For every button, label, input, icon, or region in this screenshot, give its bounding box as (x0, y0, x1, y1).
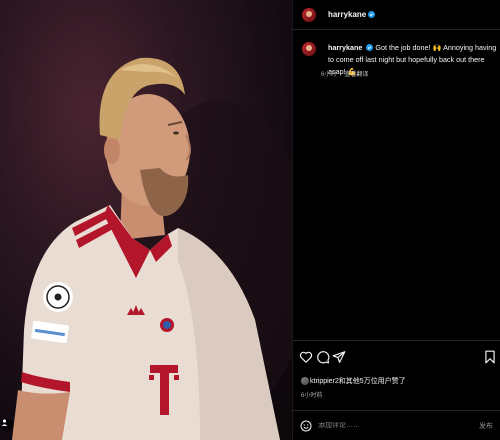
share-icon[interactable] (332, 350, 346, 364)
heart-icon[interactable] (299, 350, 313, 364)
bookmark-icon[interactable] (483, 350, 497, 364)
username[interactable]: harrykane (328, 10, 366, 19)
liker-avatar (301, 377, 309, 385)
action-bar (293, 340, 500, 375)
post-modal: harrykane harrykane Got the job done! 🙌 … (0, 0, 500, 440)
caption-meta: 6小时 查看翻译 (321, 69, 368, 78)
post-timestamp: 6小时前 (301, 393, 323, 399)
tag-user-icon (1, 419, 8, 426)
player-illustration (12, 57, 292, 440)
tag-user-button[interactable] (1, 419, 13, 431)
caption-age: 6小时 (321, 72, 337, 78)
verified-icon (368, 11, 376, 18)
see-translation-link[interactable]: 查看翻译 (344, 69, 368, 78)
verified-icon (366, 44, 374, 51)
post-comment-button[interactable]: 发布 (479, 421, 493, 431)
likes-text: ktrippier2和其他5万位用户赞了 (310, 378, 406, 385)
comment-input[interactable] (318, 422, 458, 429)
comment-bar: 发布 (293, 410, 500, 440)
post-side-panel: harrykane harrykane Got the job done! 🙌 … (292, 0, 500, 440)
avatar[interactable] (302, 7, 316, 22)
post-header: harrykane (293, 0, 500, 30)
emoji-icon[interactable] (300, 420, 312, 432)
caption-avatar[interactable] (302, 42, 316, 56)
caption-username[interactable]: harrykane (328, 43, 362, 52)
likes-summary[interactable]: ktrippier2和其他5万位用户赞了 (301, 376, 406, 386)
post-photo[interactable] (0, 0, 292, 440)
comment-icon[interactable] (316, 350, 330, 364)
